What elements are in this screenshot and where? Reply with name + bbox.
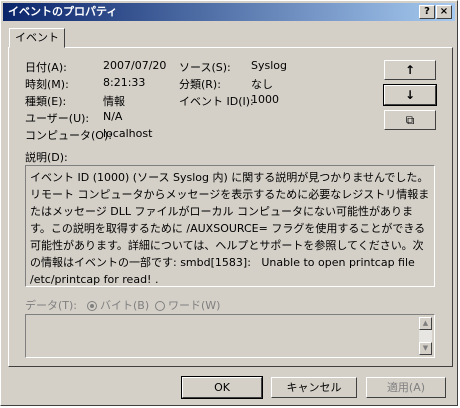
date-label: 日付(A): [25, 61, 67, 74]
words-label: ワード(W) [168, 299, 221, 312]
user-label: ユーザー(U): [25, 112, 90, 125]
arrow-up-icon: ↑ [404, 63, 416, 77]
ok-button[interactable]: OK [181, 376, 263, 399]
scroll-down-button[interactable]: ▼ [419, 342, 432, 355]
time-value: 8:21:33 [103, 76, 146, 89]
event-properties-window: イベントのプロパティ ? × イベント 日付(A): 2007/07/20 時刻… [0, 0, 458, 406]
event-id-value: 1000 [251, 93, 279, 106]
apply-button[interactable]: 適用(A) [366, 377, 446, 398]
title-bar[interactable]: イベントのプロパティ ? × [3, 3, 455, 21]
bytes-label: バイト(B) [100, 299, 150, 312]
help-button[interactable]: ? [419, 5, 435, 19]
time-label: 時刻(M): [25, 78, 69, 91]
copy-button[interactable]: ⧉ [384, 110, 436, 130]
close-button[interactable]: × [436, 5, 452, 19]
next-event-button[interactable]: ↓ [383, 84, 437, 106]
user-value: N/A [103, 110, 123, 123]
type-label: 種類(E): [25, 95, 67, 108]
tab-event[interactable]: イベント [9, 28, 65, 48]
scrollbar-track[interactable] [419, 330, 432, 342]
computer-label: コンピュータ(O): [25, 129, 112, 142]
computer-value: localhost [103, 127, 153, 140]
description-text[interactable]: イベント ID (1000) (ソース Syslog 内) に関する説明が見つか… [25, 165, 435, 287]
source-label: ソース(S): [179, 61, 231, 74]
words-radio-icon [155, 301, 165, 311]
copy-icon: ⧉ [405, 113, 415, 127]
data-box[interactable]: ▲ ▼ [25, 314, 435, 358]
category-label: 分類(R): [179, 78, 221, 91]
type-value: 情報 [103, 95, 125, 108]
previous-event-button[interactable]: ↑ [384, 60, 436, 80]
date-value: 2007/07/20 [103, 59, 167, 72]
bytes-radio-icon [87, 301, 97, 311]
description-label: 説明(D): [25, 151, 68, 164]
event-id-label: イベント ID(I): [179, 95, 254, 108]
scroll-up-button[interactable]: ▲ [419, 317, 432, 330]
words-radio[interactable]: ワード(W) [155, 297, 220, 313]
data-label: データ(T): [25, 299, 78, 312]
window-title: イベントのプロパティ [8, 5, 118, 18]
arrow-down-icon: ↓ [404, 88, 416, 102]
source-value: Syslog [251, 59, 287, 72]
category-value: なし [251, 78, 273, 91]
bytes-radio[interactable]: バイト(B) [87, 297, 149, 313]
cancel-button[interactable]: キャンセル [271, 377, 357, 398]
